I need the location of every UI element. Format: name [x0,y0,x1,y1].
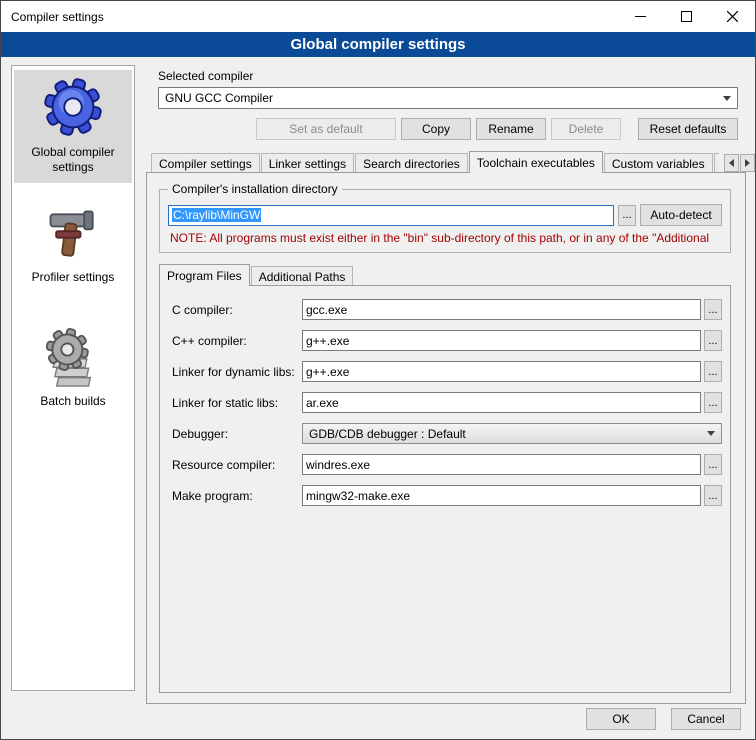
tabstrip: Compiler settings Linker settings Search… [151,151,719,173]
static-linker-input[interactable]: ar.exe [302,392,701,413]
tab-compiler-settings[interactable]: Compiler settings [151,153,260,173]
make-program-input[interactable]: mingw32-make.exe [302,485,701,506]
sidebar-item-label: Global compiler settings [16,145,130,175]
tab-search-directories[interactable]: Search directories [355,153,468,173]
c-compiler-input[interactable]: gcc.exe [302,299,701,320]
cancel-button[interactable]: Cancel [671,708,741,730]
maximize-button[interactable] [663,1,709,32]
profiler-tool-icon [43,203,103,263]
static-linker-browse-button[interactable]: ... [704,392,722,413]
field-value: ar.exe [306,396,339,410]
debugger-select-value: GDB/CDB debugger : Default [309,427,466,441]
field-row-c-compiler: C compiler: gcc.exe ... [172,299,722,320]
chevron-down-icon [723,96,731,101]
sidebar: Global compiler settings Profiler settin… [11,65,135,691]
field-row-make-program: Make program: mingw32-make.exe ... [172,485,722,506]
triangle-right-icon [745,159,750,167]
tab-scroll-left-button[interactable] [724,154,739,172]
make-program-browse-button[interactable]: ... [704,485,722,506]
page-title: Global compiler settings [1,32,755,57]
field-value: g++.exe [306,365,349,379]
set-as-default-button[interactable]: Set as default [256,118,396,140]
sidebar-item-global-compiler-settings[interactable]: Global compiler settings [14,70,132,183]
program-files-tabbar: Program Files Additional Paths [159,265,731,286]
maximize-icon [681,11,692,22]
sidebar-item-batch-builds[interactable]: Batch builds [14,321,132,417]
cpp-compiler-browse-button[interactable]: ... [704,330,722,351]
field-value: gcc.exe [306,303,347,317]
triangle-left-icon [729,159,734,167]
field-row-cpp-compiler: C++ compiler: g++.exe ... [172,330,722,351]
auto-detect-button[interactable]: Auto-detect [640,204,722,226]
debugger-select[interactable]: GDB/CDB debugger : Default [302,423,722,444]
window-title: Compiler settings [1,10,104,24]
field-row-static-linker: Linker for static libs: ar.exe ... [172,392,722,413]
field-row-resource-compiler: Resource compiler: windres.exe ... [172,454,722,475]
gear-blue-icon [42,76,104,138]
ok-button[interactable]: OK [586,708,656,730]
selected-compiler-label: Selected compiler [158,69,746,83]
field-row-dynamic-linker: Linker for dynamic libs: g++.exe ... [172,361,722,382]
program-files-panel: C compiler: gcc.exe ... C++ compiler: g+… [159,285,731,693]
main-content: Selected compiler GNU GCC Compiler Set a… [146,65,746,704]
field-label: Make program: [172,489,302,503]
install-dir-note: NOTE: All programs must exist either in … [170,231,722,245]
dynamic-linker-browse-button[interactable]: ... [704,361,722,382]
install-dir-browse-button[interactable]: ... [618,205,636,226]
delete-button[interactable]: Delete [551,118,621,140]
install-dir-groupbox: Compiler's installation directory C:\ray… [159,189,731,253]
tab-scroll-right-button[interactable] [740,154,755,172]
copy-button[interactable]: Copy [401,118,471,140]
titlebar: Compiler settings [1,1,755,32]
install-dir-group-title: Compiler's installation directory [168,182,342,196]
settings-tabbar: Compiler settings Linker settings Search… [151,152,746,173]
sidebar-item-profiler-settings[interactable]: Profiler settings [14,197,132,293]
window-controls [617,1,755,32]
close-button[interactable] [709,1,755,32]
close-icon [727,11,738,22]
c-compiler-browse-button[interactable]: ... [704,299,722,320]
tab-toolchain-executables[interactable]: Toolchain executables [469,151,603,173]
gear-batch-icon [43,327,103,387]
sidebar-item-label: Profiler settings [32,270,115,285]
subtab-program-files[interactable]: Program Files [159,264,250,286]
dialog-footer: OK Cancel [586,708,741,730]
install-dir-selected-text: C:\raylib\MinGW [172,208,261,222]
field-label: Resource compiler: [172,458,302,472]
install-dir-row: C:\raylib\MinGW ... Auto-detect [168,204,722,226]
compiler-select[interactable]: GNU GCC Compiler [158,87,738,109]
field-value: windres.exe [306,458,370,472]
field-label: Linker for dynamic libs: [172,365,302,379]
minimize-icon [635,11,646,22]
compiler-buttons-row: Set as default Copy Rename Delete Reset … [158,118,738,140]
field-row-debugger: Debugger: GDB/CDB debugger : Default [172,423,722,444]
chevron-down-icon [707,431,715,436]
compiler-select-value: GNU GCC Compiler [165,91,273,105]
install-dir-input[interactable]: C:\raylib\MinGW [168,205,614,226]
field-label: Debugger: [172,427,302,441]
tab-scroll-controls [724,154,755,172]
minimize-button[interactable] [617,1,663,32]
toolchain-executables-panel: Compiler's installation directory C:\ray… [146,172,746,704]
rename-button[interactable]: Rename [476,118,546,140]
tab-linker-settings[interactable]: Linker settings [261,153,354,173]
resource-compiler-input[interactable]: windres.exe [302,454,701,475]
dynamic-linker-input[interactable]: g++.exe [302,361,701,382]
reset-defaults-button[interactable]: Reset defaults [638,118,738,140]
subtab-additional-paths[interactable]: Additional Paths [251,266,354,286]
field-value: mingw32-make.exe [306,489,410,503]
tab-build-options[interactable]: Buil [714,153,719,173]
tab-custom-variables[interactable]: Custom variables [604,153,713,173]
field-label: Linker for static libs: [172,396,302,410]
cpp-compiler-input[interactable]: g++.exe [302,330,701,351]
field-label: C compiler: [172,303,302,317]
resource-compiler-browse-button[interactable]: ... [704,454,722,475]
sidebar-item-label: Batch builds [40,394,105,409]
field-label: C++ compiler: [172,334,302,348]
field-value: g++.exe [306,334,349,348]
compiler-settings-window: Compiler settings Global compiler settin… [0,0,756,740]
